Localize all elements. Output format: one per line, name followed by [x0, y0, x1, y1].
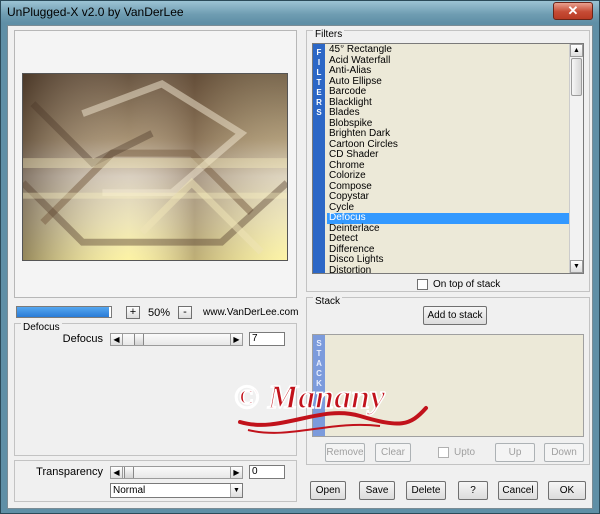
filter-list-item[interactable]: Barcode	[327, 86, 570, 98]
close-icon: ✕	[567, 3, 579, 18]
filters-group: Filters FILTERS 45° Rectangle Acid Waterf…	[306, 29, 590, 292]
transparency-label: Transparency	[36, 466, 103, 478]
zoom-level: 50%	[148, 307, 171, 319]
save-button[interactable]: Save	[359, 481, 395, 500]
title-bar[interactable]: UnPlugged-X v2.0 by VanDerLee ✕	[1, 1, 599, 23]
move-up-button[interactable]: Up	[495, 443, 535, 462]
scroll-down-icon[interactable]: ▼	[570, 260, 583, 273]
dialog-client: + 50% - www.VanDerLee.com Defocus Defocu…	[7, 25, 593, 509]
transparency-group: Transparency ◀ ▶ 0 Normal ▼	[14, 460, 297, 502]
help-button[interactable]: ?	[458, 481, 488, 500]
blend-mode-value: Normal	[113, 485, 146, 496]
zoom-in-button[interactable]: +	[126, 306, 140, 319]
defocus-label: Defocus	[62, 333, 103, 345]
slider-right-arrow-icon[interactable]: ▶	[230, 334, 242, 345]
open-button[interactable]: Open	[310, 481, 346, 500]
website-link[interactable]: www.VanDerLee.com	[203, 307, 298, 318]
remove-button[interactable]: Remove	[325, 443, 365, 462]
ok-button[interactable]: OK	[548, 481, 586, 500]
filters-scrollbar[interactable]: ▲ ▼	[569, 44, 583, 273]
filter-list-item[interactable]: Disco Lights	[327, 254, 570, 266]
slider-left-arrow-icon[interactable]: ◀	[111, 334, 123, 345]
filter-list-item[interactable]: Copystar	[327, 191, 570, 203]
filter-list-item[interactable]: Colorize	[327, 170, 570, 182]
filters-side-bar: FILTERS	[313, 44, 325, 273]
minus-icon: -	[183, 306, 187, 318]
parameters-group-title: Defocus	[21, 322, 62, 333]
preview-image[interactable]	[22, 73, 288, 261]
zoom-out-button[interactable]: -	[178, 306, 192, 319]
filter-items: 45° Rectangle Acid Waterfall Anti-Alias Aut…	[327, 45, 570, 273]
transparency-value-field[interactable]: 0	[249, 465, 285, 479]
filter-list-item[interactable]: Brighten Dark	[327, 128, 570, 140]
slider-left-arrow-icon[interactable]: ◀	[111, 467, 123, 478]
filter-list-item[interactable]: Detect	[327, 233, 570, 245]
filters-group-title: Filters	[313, 29, 345, 40]
plugin-window: UnPlugged-X v2.0 by VanDerLee ✕ + 50% - …	[0, 0, 600, 514]
filter-list-item[interactable]: Anti-Alias	[327, 65, 570, 77]
window-title: UnPlugged-X v2.0 by VanDerLee	[7, 5, 184, 19]
filter-list-item[interactable]: Deinterlace	[327, 223, 570, 235]
stack-group-title: Stack	[313, 296, 343, 307]
filter-list-item[interactable]: Distortion	[327, 265, 570, 273]
filter-list-item[interactable]: Defocus	[327, 212, 570, 224]
slider-thumb[interactable]	[124, 467, 134, 478]
progress-fill	[17, 307, 110, 317]
add-to-stack-button[interactable]: Add to stack	[423, 306, 487, 325]
upto-checkbox[interactable]	[438, 447, 449, 458]
slider-right-arrow-icon[interactable]: ▶	[230, 467, 242, 478]
cancel-button[interactable]: Cancel	[498, 481, 538, 500]
blend-mode-select[interactable]: Normal ▼	[110, 483, 243, 498]
filter-list-item[interactable]: 45° Rectangle	[327, 45, 570, 56]
close-button[interactable]: ✕	[553, 2, 593, 20]
scroll-up-icon[interactable]: ▲	[570, 44, 583, 57]
transparency-slider[interactable]: ◀ ▶	[110, 466, 243, 479]
filter-list-item[interactable]: Blades	[327, 107, 570, 119]
preview-panel	[14, 30, 297, 298]
filter-list-item[interactable]: Blacklight	[327, 97, 570, 109]
plus-icon: +	[129, 306, 137, 318]
clear-button[interactable]: Clear	[375, 443, 411, 462]
upto-label: Upto	[454, 447, 476, 458]
slider-thumb[interactable]	[133, 334, 144, 345]
move-down-button[interactable]: Down	[544, 443, 584, 462]
defocus-slider[interactable]: ◀ ▶	[110, 333, 243, 346]
watermark-signature: © Manany	[233, 378, 428, 434]
render-progress-bar	[16, 306, 112, 318]
filters-list[interactable]: FILTERS 45° Rectangle Acid Waterfall Anti-…	[312, 43, 584, 274]
svg-text:© Manany: © Manany	[234, 379, 386, 416]
delete-button[interactable]: Delete	[406, 481, 446, 500]
scroll-thumb[interactable]	[571, 58, 582, 96]
on-top-of-stack-label: On top of stack	[433, 279, 501, 290]
on-top-of-stack-checkbox[interactable]	[417, 279, 428, 290]
filter-list-item[interactable]: CD Shader	[327, 149, 570, 161]
chevron-down-icon[interactable]: ▼	[230, 484, 242, 497]
defocus-value-field[interactable]: 7	[249, 332, 285, 346]
